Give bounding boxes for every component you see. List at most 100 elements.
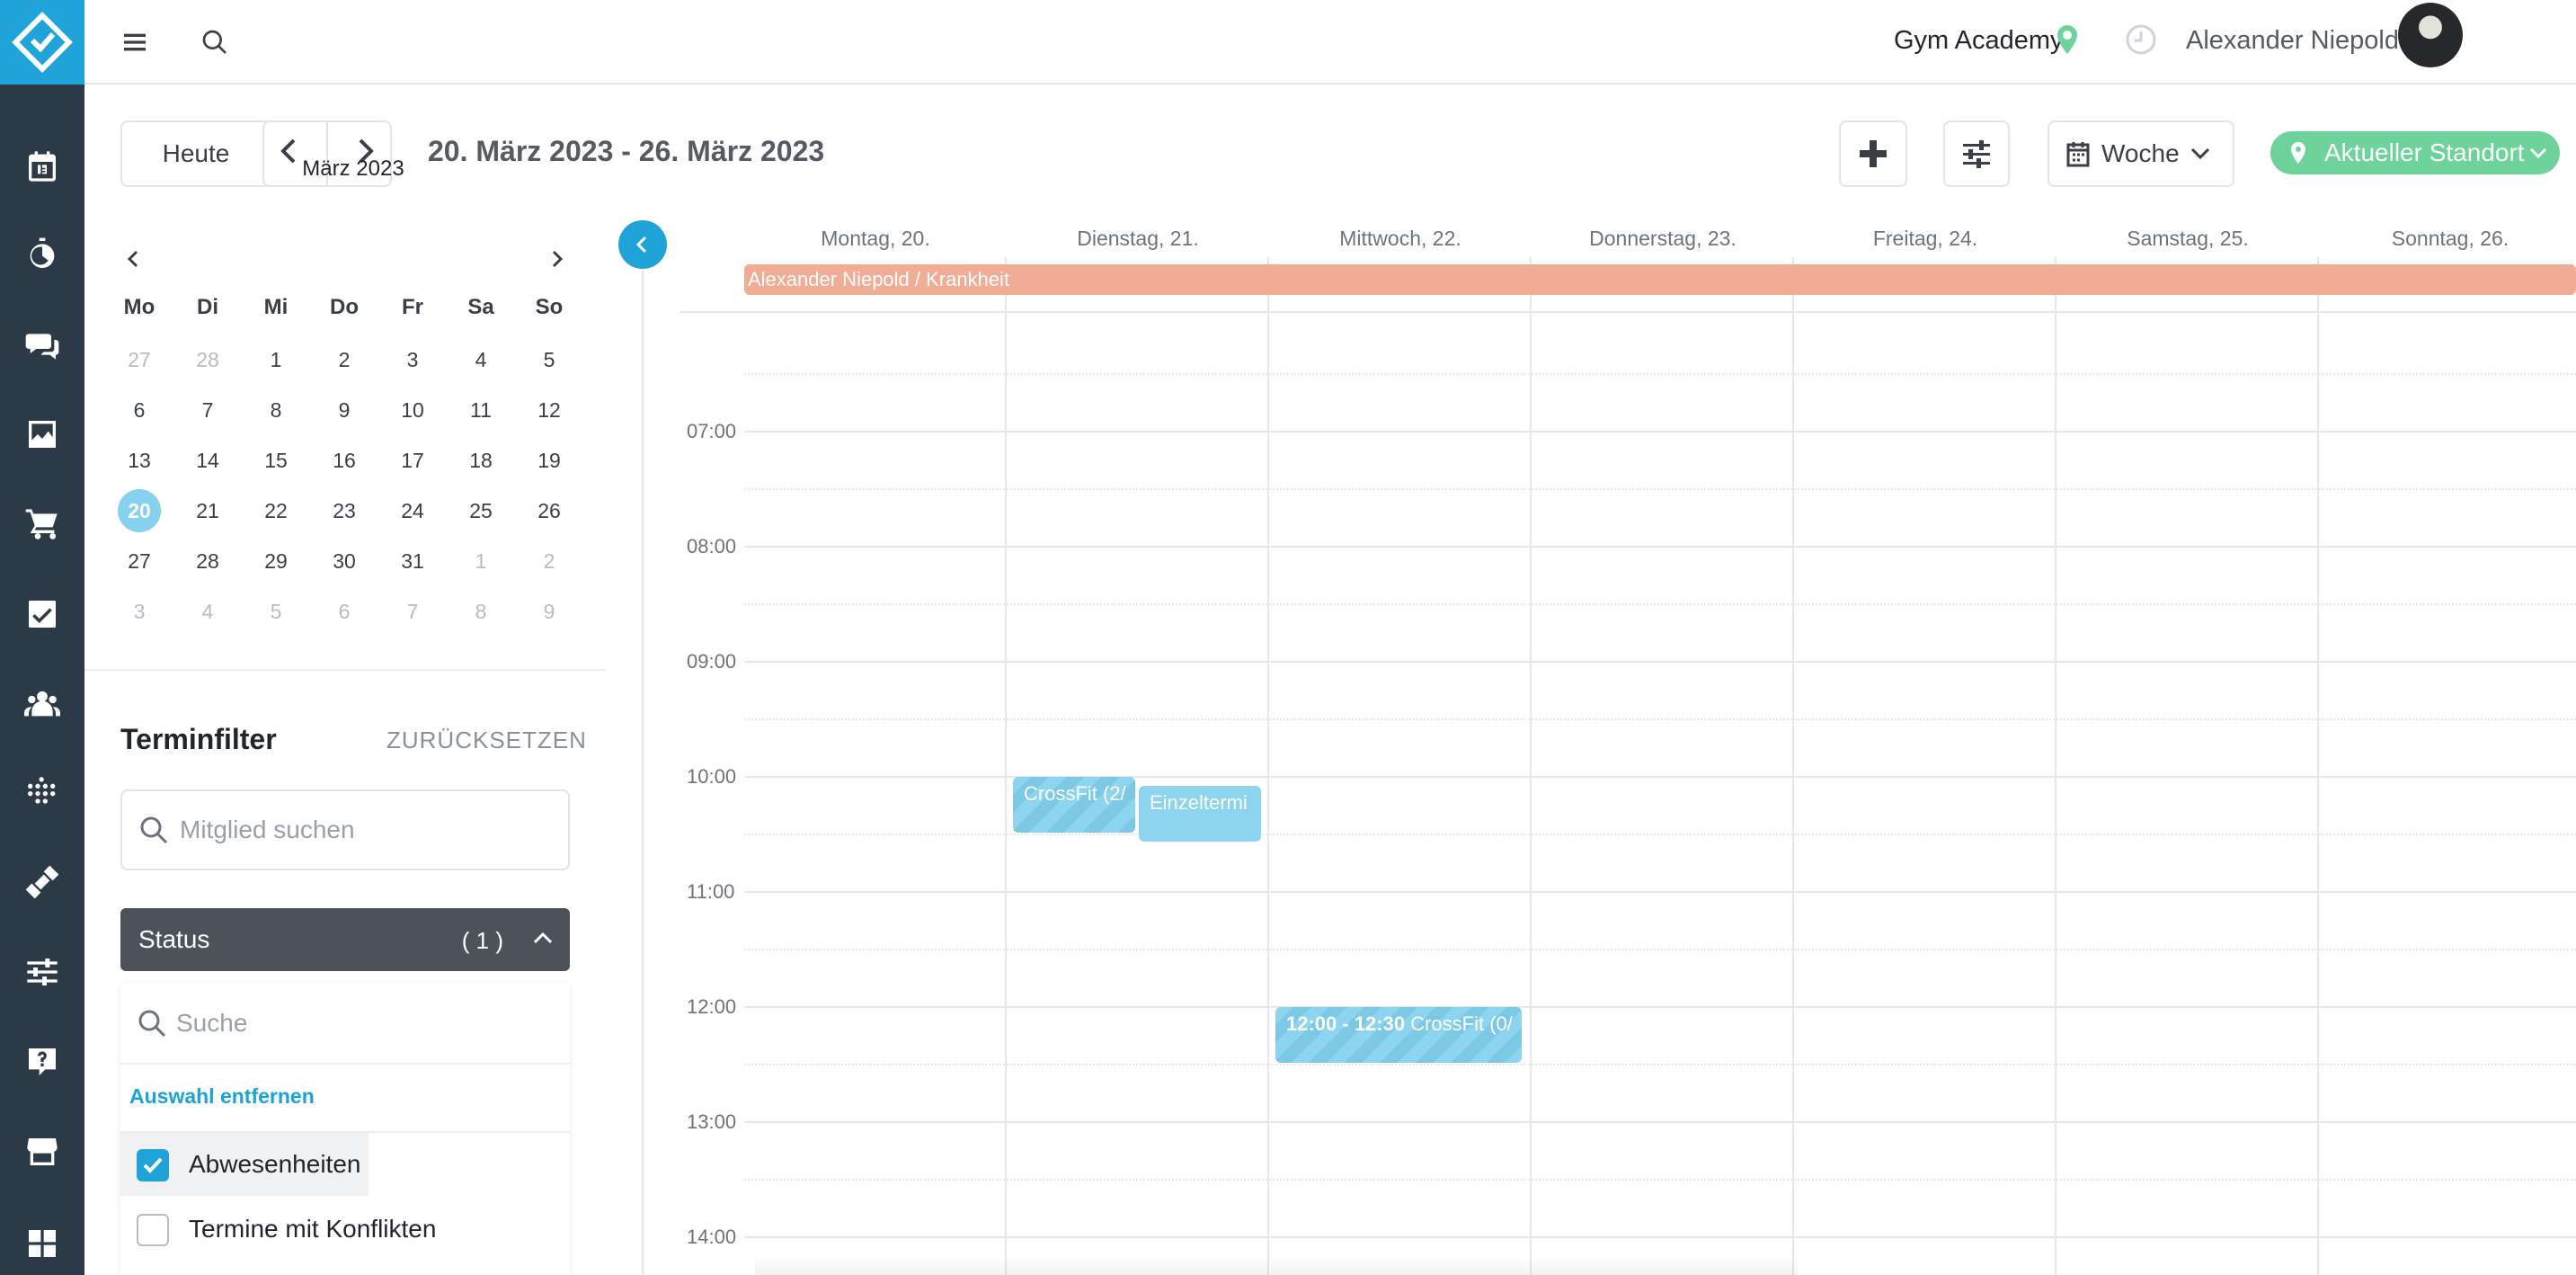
status-option-label: Abwesenheiten xyxy=(189,1150,361,1178)
user-name[interactable]: Alexander Niepold xyxy=(2186,26,2399,56)
app-logo[interactable] xyxy=(0,0,84,85)
apps-icon[interactable] xyxy=(20,1221,65,1266)
mini-calendar-day[interactable]: 9 xyxy=(518,592,581,631)
image-icon[interactable] xyxy=(20,412,65,457)
mini-calendar-day[interactable]: 8 xyxy=(244,390,307,430)
mini-calendar-day[interactable]: 7 xyxy=(381,592,444,631)
event-title: CrossFit (2/ xyxy=(1024,782,1126,805)
calendar-event[interactable]: CrossFit (2/ xyxy=(1013,777,1135,833)
day-number: 12 xyxy=(537,398,561,422)
mini-calendar-day[interactable]: 27 xyxy=(108,340,171,379)
mini-calendar-day[interactable]: 1 xyxy=(244,340,307,379)
half-hour-line xyxy=(744,949,2576,950)
mini-calendar-day[interactable]: 12 xyxy=(518,390,581,430)
mini-calendar-day[interactable]: 2 xyxy=(518,541,581,581)
timer-icon[interactable] xyxy=(20,232,65,277)
view-select[interactable]: Woche xyxy=(2047,120,2234,187)
hour-label: 10:00 xyxy=(687,765,737,788)
mini-calendar-day[interactable]: 2 xyxy=(313,340,376,379)
mini-calendar-day[interactable]: 6 xyxy=(108,390,171,430)
mini-calendar-day[interactable]: 5 xyxy=(244,592,307,631)
add-appointment-button[interactable] xyxy=(1839,120,1907,187)
checkbox-checked[interactable] xyxy=(137,1149,169,1181)
collapse-panel-button[interactable] xyxy=(618,220,667,269)
chevron-up-icon xyxy=(533,932,553,944)
mini-calendar-day[interactable]: 27 xyxy=(108,541,171,581)
mini-calendar-day[interactable]: 29 xyxy=(244,541,307,581)
cart-icon[interactable] xyxy=(20,502,65,547)
checkbox-unchecked[interactable] xyxy=(137,1214,169,1246)
status-search-input[interactable]: Suche xyxy=(120,984,570,1065)
reset-filter-button[interactable]: ZURÜCKSETZEN xyxy=(386,727,587,754)
location-select[interactable]: Aktueller Standort xyxy=(2270,131,2560,174)
avatar[interactable] xyxy=(2398,3,2463,67)
mini-calendar-day[interactable]: 23 xyxy=(313,491,376,531)
day-column-header[interactable]: Freitag, 24. xyxy=(1794,227,2056,251)
mini-calendar-day[interactable]: 7 xyxy=(176,390,239,430)
mini-calendar-day[interactable]: 3 xyxy=(381,340,444,379)
dots-grid-icon[interactable] xyxy=(20,770,65,815)
mini-calendar-day-selected[interactable]: 20 xyxy=(108,489,171,532)
mini-calendar-day[interactable]: 31 xyxy=(381,541,444,581)
mini-calendar-next-button[interactable] xyxy=(539,241,575,277)
day-number: 25 xyxy=(469,499,493,522)
calendar-icon[interactable] xyxy=(20,144,65,189)
dumbbell-icon[interactable] xyxy=(20,860,65,905)
mini-calendar-day[interactable]: 17 xyxy=(381,441,444,480)
day-number: 26 xyxy=(537,499,561,522)
mini-calendar-day[interactable]: 30 xyxy=(313,541,376,581)
mini-calendar-day[interactable]: 14 xyxy=(176,441,239,480)
chat-icon[interactable] xyxy=(20,322,65,367)
task-check-icon[interactable] xyxy=(20,592,65,637)
mini-calendar-prev-button[interactable] xyxy=(115,241,151,277)
mini-calendar-day[interactable]: 18 xyxy=(449,441,512,480)
mini-calendar-day[interactable]: 8 xyxy=(449,592,512,631)
day-column-header[interactable]: Donnerstag, 23. xyxy=(1532,227,1794,251)
mini-calendar-day[interactable]: 22 xyxy=(244,491,307,531)
calendar-event[interactable]: Einzeltermi xyxy=(1139,786,1261,842)
mini-calendar-day[interactable]: 16 xyxy=(313,441,376,480)
clear-selection-link[interactable]: Auswahl entfernen xyxy=(129,1084,315,1109)
chevron-down-icon xyxy=(2190,147,2209,160)
search-icon[interactable] xyxy=(192,20,237,65)
mini-calendar-day[interactable]: 28 xyxy=(176,340,239,379)
mini-calendar-day[interactable]: 25 xyxy=(449,491,512,531)
mini-calendar-day[interactable]: 13 xyxy=(108,441,171,480)
menu-icon[interactable] xyxy=(112,20,157,65)
mini-calendar-day[interactable]: 1 xyxy=(449,541,512,581)
day-column-header[interactable]: Dienstag, 21. xyxy=(1007,227,1269,251)
status-dropdown[interactable]: Status ( 1 ) xyxy=(120,908,570,971)
mini-calendar-day[interactable]: 6 xyxy=(313,592,376,631)
calendar-event[interactable]: 12:00 - 12:30 CrossFit (0/ xyxy=(1275,1007,1522,1063)
filter-settings-button[interactable] xyxy=(1943,120,2010,187)
status-option-conflicts[interactable]: Termine mit Konflikten xyxy=(120,1198,570,1261)
mini-calendar-day[interactable]: 11 xyxy=(449,390,512,430)
mini-calendar-day[interactable]: 4 xyxy=(176,592,239,631)
day-column-header[interactable]: Sonntag, 26. xyxy=(2319,227,2576,251)
weekday-header: So xyxy=(535,295,564,319)
sliders-icon[interactable] xyxy=(20,950,65,994)
mini-calendar-day[interactable]: 19 xyxy=(518,441,581,480)
mini-calendar-day[interactable]: 4 xyxy=(449,340,512,379)
allday-event-absence[interactable]: Alexander Niepold / Krankheit xyxy=(744,264,2576,295)
day-column-header[interactable]: Mittwoch, 22. xyxy=(1269,227,1532,251)
mini-calendar-day[interactable]: 26 xyxy=(518,491,581,531)
members-icon[interactable] xyxy=(20,682,65,727)
studio-name[interactable]: Gym Academy xyxy=(1894,26,2064,56)
day-column-header[interactable]: Samstag, 25. xyxy=(2056,227,2319,251)
status-option-absences[interactable]: Abwesenheiten xyxy=(120,1133,369,1196)
mini-calendar-day[interactable]: 9 xyxy=(313,390,376,430)
mini-calendar-day[interactable]: 3 xyxy=(108,592,171,631)
help-icon[interactable] xyxy=(20,1039,65,1084)
mini-calendar-day[interactable]: 28 xyxy=(176,541,239,581)
mini-calendar-day[interactable]: 21 xyxy=(176,491,239,531)
clock-icon[interactable] xyxy=(2125,23,2157,60)
shop-icon[interactable] xyxy=(20,1129,65,1174)
mini-calendar-day[interactable]: 5 xyxy=(518,340,581,379)
member-search-input[interactable]: Mitglied suchen xyxy=(120,789,570,870)
day-column-header[interactable]: Montag, 20. xyxy=(744,227,1007,251)
day-number: 8 xyxy=(270,398,282,422)
mini-calendar-day[interactable]: 24 xyxy=(381,491,444,531)
mini-calendar-day[interactable]: 15 xyxy=(244,441,307,480)
mini-calendar-day[interactable]: 10 xyxy=(381,390,444,430)
